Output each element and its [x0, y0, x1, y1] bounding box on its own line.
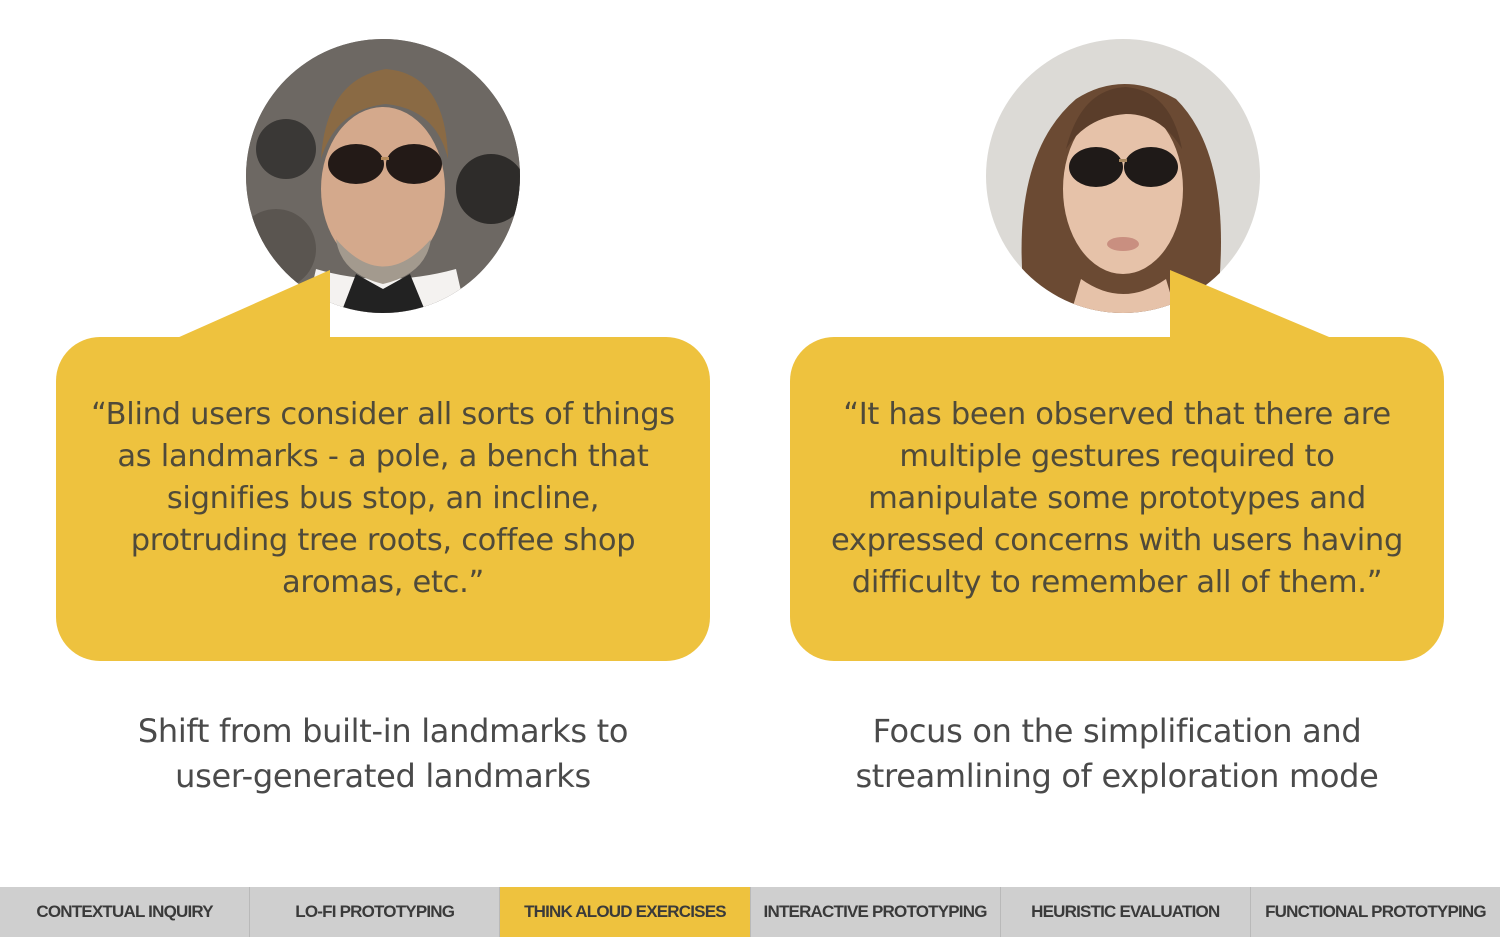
quote-bubble-left: “Blind users consider all sorts of thing…: [56, 337, 710, 661]
takeaway-left: Shift from built-in landmarks to user-ge…: [137, 712, 629, 795]
quote-text-right: “It has been observed that there are mul…: [830, 397, 1404, 600]
tab-heuristic-evaluation[interactable]: HEURISTIC EVALUATION: [1001, 887, 1251, 937]
tab-think-aloud-exercises[interactable]: THINK ALOUD EXERCISES: [500, 887, 751, 937]
tab-interactive-prototyping[interactable]: INTERACTIVE PROTOTYPING: [751, 887, 1001, 937]
tab-contextual-inquiry[interactable]: CONTEXTUAL INQUIRY: [0, 887, 251, 937]
quote-bubble-right: “It has been observed that there are mul…: [790, 337, 1444, 661]
slide: “Blind users consider all sorts of thing…: [0, 0, 1500, 937]
quote-text-left: “Blind users consider all sorts of thing…: [91, 397, 675, 600]
tab-lofi-prototyping[interactable]: LO-FI PROTOTYPING: [250, 887, 501, 937]
takeaway-right: Focus on the simplification and streamli…: [855, 712, 1379, 795]
tab-functional-prototyping[interactable]: FUNCTIONAL PROTOTYPING: [1251, 887, 1500, 937]
process-nav-bar: CONTEXTUAL INQUIRY LO-FI PROTOTYPING THI…: [0, 887, 1500, 937]
